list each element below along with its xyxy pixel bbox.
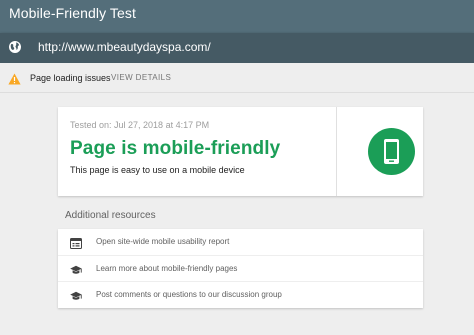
globe-icon — [8, 40, 22, 54]
school-icon — [70, 263, 82, 274]
report-icon — [70, 236, 82, 249]
tested-on-timestamp: Tested on: Jul 27, 2018 at 4:17 PM — [70, 120, 210, 130]
url-text[interactable]: http://www.mbeautydayspa.com/ — [38, 40, 211, 54]
additional-resources-title: Additional resources — [65, 210, 156, 221]
list-item-label: Open site-wide mobile usability report — [96, 237, 230, 246]
result-heading: Page is mobile-friendly — [70, 138, 281, 159]
page-loading-issues-label: Page loading issues — [30, 73, 111, 83]
list-item-label: Post comments or questions to our discus… — [96, 290, 282, 299]
list-item-usability-report[interactable]: Open site-wide mobile usability report — [58, 229, 423, 255]
result-description: This page is easy to use on a mobile dev… — [70, 165, 245, 175]
view-details-button[interactable]: VIEW DETAILS — [111, 73, 171, 82]
result-card: Tested on: Jul 27, 2018 at 4:17 PM Page … — [58, 107, 423, 196]
list-item-learn-more[interactable]: Learn more about mobile-friendly pages — [58, 255, 423, 281]
warning-icon — [8, 72, 21, 85]
list-item-label: Learn more about mobile-friendly pages — [96, 264, 238, 273]
school-icon — [70, 289, 82, 300]
resources-list: Open site-wide mobile usability report L… — [58, 229, 423, 308]
app-header: Mobile-Friendly Test — [0, 0, 474, 33]
page-issues-bar: Page loading issues VIEW DETAILS — [0, 63, 474, 93]
mobile-phone-icon — [368, 128, 415, 175]
card-divider — [336, 107, 337, 196]
app-title: Mobile-Friendly Test — [9, 5, 137, 21]
list-item-discussion-group[interactable]: Post comments or questions to our discus… — [58, 281, 423, 307]
url-bar[interactable]: http://www.mbeautydayspa.com/ — [0, 33, 474, 63]
